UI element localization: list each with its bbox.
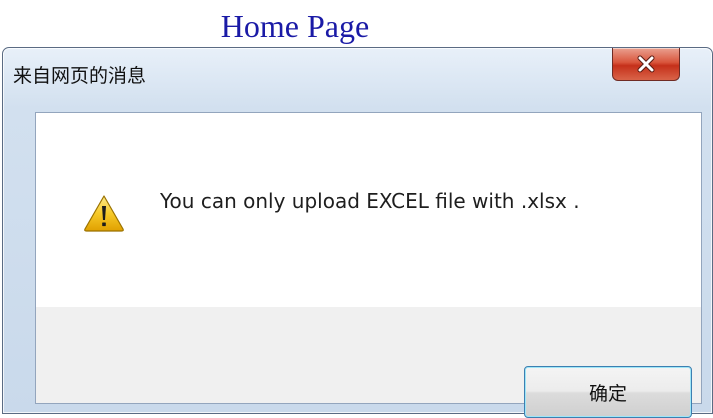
close-button[interactable] (612, 48, 680, 81)
close-icon (636, 55, 656, 73)
message-dialog: 来自网页的消息 You can only upload EXCEL file w… (2, 47, 713, 418)
dialog-message: You can only upload EXCEL file with .xls… (160, 189, 580, 213)
dialog-titlebar[interactable]: 来自网页的消息 (3, 48, 712, 112)
dialog-content: You can only upload EXCEL file with .xls… (36, 113, 701, 307)
warning-icon (83, 194, 125, 236)
ok-button[interactable]: 确定 (524, 366, 692, 418)
page-heading[interactable]: Home Page (0, 6, 590, 46)
dialog-body: You can only upload EXCEL file with .xls… (35, 112, 702, 418)
dialog-title: 来自网页的消息 (13, 65, 147, 87)
